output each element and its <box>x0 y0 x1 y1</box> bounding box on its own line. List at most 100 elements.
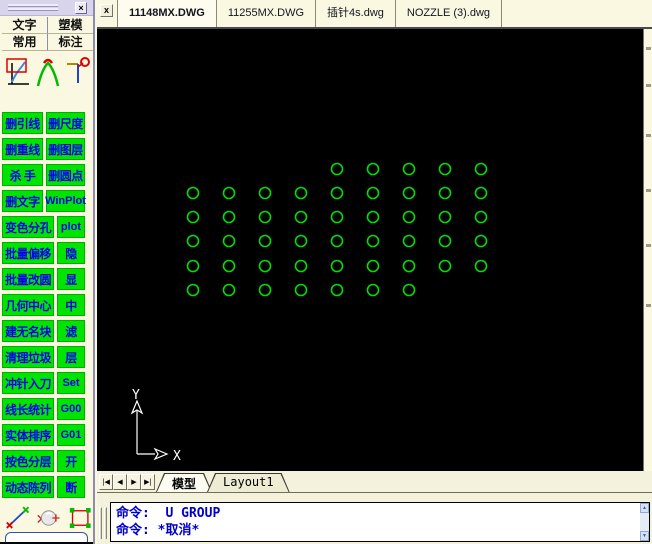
hole-circle <box>366 283 380 297</box>
layout-nav-prev-icon[interactable]: ◀ <box>113 474 127 490</box>
rectangle-nodes-icon[interactable] <box>68 505 93 531</box>
palette-button-显[interactable]: 显 <box>57 268 85 290</box>
palette-tab-文字[interactable]: 文字 <box>2 17 48 34</box>
hole-circle <box>258 234 272 248</box>
hole-circle <box>294 186 308 200</box>
hole-circle <box>294 259 308 273</box>
hole-circle <box>186 210 200 224</box>
hole-circle <box>474 234 488 248</box>
command-text-area[interactable]: 命令: U GROUP 命令: *取消* ▲ ▼ <box>110 502 650 542</box>
palette-tab-标注[interactable]: 标注 <box>48 34 93 51</box>
palette-button-批量改圆[interactable]: 批量改圆 <box>2 268 54 290</box>
cad-application-window: × 文字 塑模 常用 标注 删引线 删尺度 删重线 删图层杀 手删圆点 删文字 WinPlo <box>0 0 652 544</box>
palette-button-动态陈列[interactable]: 动态陈列 <box>2 476 54 498</box>
hole-circle <box>294 283 308 297</box>
close-icon[interactable]: × <box>75 2 87 14</box>
palette-button-WinPlot[interactable]: WinPlot <box>45 190 86 212</box>
palette-button-变色分孔[interactable]: 变色分孔 <box>2 216 54 238</box>
arch-icon[interactable] <box>35 55 61 89</box>
palette-button-删图层[interactable]: 删图层 <box>46 138 85 160</box>
palette-titlebar[interactable]: × <box>0 0 93 16</box>
hole-circle <box>222 234 236 248</box>
palette-button-批量偏移[interactable]: 批量偏移 <box>2 242 54 264</box>
scroll-up-icon[interactable]: ▲ <box>640 503 649 513</box>
palette-button-中[interactable]: 中 <box>57 294 85 316</box>
layout-nav-last-icon[interactable]: ▶| <box>141 474 155 490</box>
hole-circle <box>438 259 452 273</box>
command-grip[interactable] <box>99 507 102 539</box>
command-line: 命令: U GROUP <box>116 506 221 521</box>
palette-button-删引线[interactable]: 删引线 <box>2 112 43 134</box>
measure-line-icon[interactable] <box>5 505 30 531</box>
palette-button-删尺度[interactable]: 删尺度 <box>46 112 85 134</box>
hole-circle <box>330 234 344 248</box>
command-line: 命令: *取消* <box>116 523 200 538</box>
hole-circle <box>258 259 272 273</box>
palette-button-plot[interactable]: plot <box>57 216 85 238</box>
palette-button-冲针入刀[interactable]: 冲针入刀 <box>2 372 54 394</box>
model-layout-bar: |◀ ◀ ▶ ▶| 模型 Layout1 <box>97 471 652 492</box>
layout-tab-模型[interactable]: 模型 <box>156 473 212 492</box>
hole-circle <box>330 283 344 297</box>
palette-button-row: 变色分孔 plot <box>2 216 93 238</box>
palette-bottom-icon-row <box>2 505 93 531</box>
palette-button-实体排序[interactable]: 实体排序 <box>2 424 54 446</box>
hole-circle <box>474 186 488 200</box>
hole-circle <box>294 210 308 224</box>
command-window: 命令: U GROUP 命令: *取消* ▲ ▼ <box>97 492 652 544</box>
spline-box-icon[interactable] <box>5 55 31 89</box>
palette-button-row: 批量偏移隐 <box>2 242 93 264</box>
sphere-icon[interactable] <box>36 505 61 531</box>
palette-button-row: 建无名块滤 <box>2 320 93 342</box>
palette-button-建无名块[interactable]: 建无名块 <box>2 320 54 342</box>
palette-button-清理垃圾[interactable]: 清理垃圾 <box>2 346 54 368</box>
palette-button-G01[interactable]: G01 <box>57 424 85 446</box>
hole-circle <box>474 259 488 273</box>
ucs-y-label: Y <box>132 388 140 403</box>
layout-nav-next-icon[interactable]: ▶ <box>127 474 141 490</box>
doc-tab-NOZZLE (3).dwg[interactable]: NOZZLE (3).dwg <box>396 0 503 27</box>
ucs-icon: Y X <box>130 388 181 464</box>
palette-grip <box>8 8 58 11</box>
layout-tab-label: 模型 <box>172 477 197 491</box>
palette-button-row: 清理垃圾层 <box>2 346 93 368</box>
palette-tab-塑模[interactable]: 塑模 <box>48 17 93 34</box>
palette-button-断[interactable]: 断 <box>57 476 85 498</box>
layout-nav-first-icon[interactable]: |◀ <box>99 474 113 490</box>
command-history: 命令: U GROUP 命令: *取消* <box>111 503 649 539</box>
palette-tab-常用[interactable]: 常用 <box>2 34 48 51</box>
palette-button-row: 动态陈列断 <box>2 476 93 498</box>
palette-button-删重线[interactable]: 删重线 <box>2 138 43 160</box>
palette-button-杀手[interactable]: 杀 手 <box>2 164 43 186</box>
document-tab-bar: x 11148MX.DWG 11255MX.DWG 插针4s.dwg NOZZLE (… <box>97 0 652 29</box>
hole-circle <box>222 259 236 273</box>
doc-tab-11255MX.DWG[interactable]: 11255MX.DWG <box>217 0 317 27</box>
command-grip[interactable] <box>104 507 107 539</box>
leader-pin-icon[interactable] <box>65 55 91 89</box>
hole-circle <box>366 210 380 224</box>
palette-button-隐[interactable]: 隐 <box>57 242 85 264</box>
hole-circle <box>402 186 416 200</box>
palette-button-Set[interactable]: Set <box>57 372 85 394</box>
palette-button-row: 杀 手删圆点 <box>2 164 93 186</box>
doc-tab-插针4s.dwg[interactable]: 插针4s.dwg <box>316 0 396 27</box>
palette-button-按色分层[interactable]: 按色分层 <box>2 450 54 472</box>
palette-button-几何中心[interactable]: 几何中心 <box>2 294 54 316</box>
palette-button-删文字[interactable]: 删文字 <box>2 190 43 212</box>
palette-button-层[interactable]: 层 <box>57 346 85 368</box>
doc-tab-11148MX.DWG[interactable]: 11148MX.DWG <box>117 0 217 27</box>
command-scrollbar[interactable]: ▲ ▼ <box>640 503 649 541</box>
drawing-canvas[interactable]: Y X <box>97 29 652 471</box>
palette-button-G00[interactable]: G00 <box>57 398 85 420</box>
close-document-icon[interactable]: x <box>100 4 113 17</box>
palette-button-开[interactable]: 开 <box>57 450 85 472</box>
palette-button-滤[interactable]: 滤 <box>57 320 85 342</box>
doc-tab-list: 11148MX.DWG 11255MX.DWG 插针4s.dwg NOZZLE (3)… <box>117 0 503 27</box>
palette-button-删圆点[interactable]: 删圆点 <box>46 164 85 186</box>
palette-button-row: 冲针入刀 Set <box>2 372 93 394</box>
scroll-down-icon[interactable]: ▼ <box>640 531 649 541</box>
hole-circle <box>330 162 344 176</box>
layout-tab-Layout1[interactable]: Layout1 <box>207 473 290 492</box>
palette-button-row: 删文字 WinPlot <box>2 190 93 212</box>
palette-button-线长统计[interactable]: 线长统计 <box>2 398 54 420</box>
